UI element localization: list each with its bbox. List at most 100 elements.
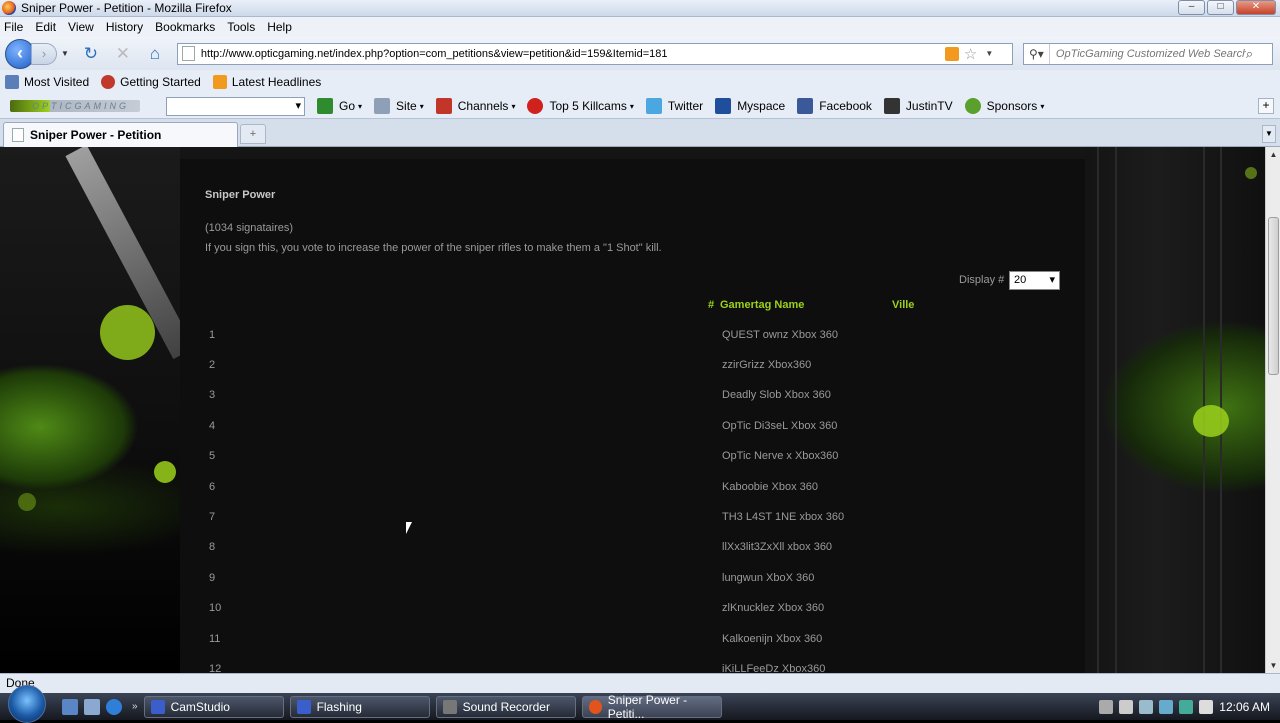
url-bar[interactable]: ☆ ▼ [176, 42, 1013, 65]
tray-program-icon[interactable] [1139, 699, 1154, 714]
menu-tools[interactable]: Tools [227, 20, 255, 34]
row-number: 11 [209, 633, 221, 645]
myspace-icon [715, 98, 732, 114]
toolbar-facebook-button[interactable]: Facebook [797, 98, 872, 114]
tab-strip: Sniper Power - Petition + ▼ [0, 119, 1280, 147]
toolbar-myspace-button[interactable]: Myspace [715, 98, 785, 114]
toolbar-site-button[interactable]: Site ▾ [374, 98, 424, 114]
toolbar-killcams-button[interactable]: Top 5 Killcams ▾ [527, 98, 634, 114]
page-icon [181, 46, 195, 61]
scrollbar-thumb[interactable] [1268, 217, 1279, 375]
bookmarks-toolbar: Most Visited Getting Started Latest Head… [0, 70, 1280, 94]
firefox-icon [2, 1, 16, 15]
taskbar-firefox[interactable]: Sniper Power - Petiti... [581, 693, 722, 721]
switch-windows-icon[interactable] [84, 698, 100, 715]
url-dropdown-icon[interactable]: ▼ [985, 49, 993, 58]
internet-explorer-icon[interactable] [106, 698, 122, 715]
optic-search-dropdown[interactable] [166, 96, 305, 116]
menu-help[interactable]: Help [267, 20, 292, 34]
display-count-select[interactable]: 20 [1009, 271, 1060, 290]
menu-edit[interactable]: Edit [35, 20, 56, 34]
table-row: 7 TH3 L4ST 1NE xbox 360 [180, 511, 1085, 531]
bookmark-latest-headlines[interactable]: Latest Headlines [212, 75, 321, 89]
table-row: 8 llXx3lit3ZxXll xbox 360 [180, 541, 1085, 561]
table-row: 11 Kalkoenijn Xbox 360 [180, 633, 1085, 653]
close-window-button[interactable]: ✕ [1236, 0, 1276, 15]
tab-sniper-power[interactable]: Sniper Power - Petition [3, 122, 238, 147]
scroll-up-icon[interactable]: ▲ [1266, 147, 1280, 162]
window-titlebar: Sniper Power - Petition - Mozilla Firefo… [0, 0, 1280, 17]
menu-file[interactable]: File [4, 20, 23, 34]
row-number: 7 [209, 511, 216, 523]
taskbar-sound-recorder[interactable]: Sound Recorder [435, 695, 576, 718]
microphone-icon [442, 699, 457, 714]
table-row: 5 OpTic Nerve x Xbox360 [180, 450, 1085, 470]
row-number: 1 [209, 329, 216, 341]
sponsors-icon [964, 98, 981, 114]
url-input[interactable] [200, 47, 941, 60]
table-row: 6 Kaboobie Xbox 360 [180, 481, 1085, 501]
stop-icon[interactable]: ✕ [113, 44, 133, 64]
add-toolbar-button[interactable]: + [1258, 98, 1274, 114]
minimize-button[interactable]: – [1178, 0, 1205, 15]
tray-network-icon[interactable] [1159, 699, 1174, 714]
taskbar-flashing[interactable]: Flashing [289, 695, 430, 718]
bookmark-label: Getting Started [120, 75, 201, 89]
taskbar-camstudio[interactable]: CamStudio [143, 695, 284, 718]
petition-title: Sniper Power [205, 189, 276, 201]
tray-pen-icon[interactable] [1119, 699, 1134, 714]
toolbar-sponsors-button[interactable]: Sponsors ▾ [964, 98, 1044, 114]
scroll-down-icon[interactable]: ▼ [1266, 658, 1280, 673]
optic-logo[interactable]: OPTICGAMING [10, 100, 140, 112]
search-icon[interactable]: ⌕ [1246, 46, 1253, 62]
optic-toolbar: OPTICGAMING Go▾ Site▾ Channels▾ Top 5 Ki… [0, 94, 1280, 119]
volume-icon[interactable] [1199, 699, 1214, 714]
vertical-scrollbar[interactable]: ▲ ▼ [1265, 147, 1280, 673]
rss-feed-icon[interactable] [944, 46, 959, 61]
home-icon[interactable]: ⌂ [145, 44, 165, 64]
mouse-cursor-icon [406, 522, 418, 534]
toolbar-twitter-button[interactable]: Twitter [645, 98, 703, 114]
windows-taskbar: » CamStudio Flashing Sound Recorder Snip… [0, 684, 1280, 723]
bookmark-most-visited[interactable]: Most Visited [5, 75, 89, 89]
site-icon [374, 98, 391, 114]
flashing-icon [296, 699, 311, 714]
history-dropdown-icon[interactable]: ▼ [61, 49, 69, 58]
gamertag: OpTic Di3seL Xbox 360 [722, 420, 838, 432]
column-header-ville[interactable]: Ville [892, 299, 914, 311]
start-button[interactable] [8, 684, 46, 723]
gamertag: Deadly Slob Xbox 360 [722, 389, 831, 401]
search-engine-icon[interactable]: ⚲▾ [1024, 43, 1050, 64]
toolbar-channels-button[interactable]: Channels ▾ [435, 98, 515, 114]
clock[interactable]: 12:06 AM [1219, 700, 1270, 714]
row-number: 12 [209, 663, 222, 673]
table-row: 2 zzirGrizz Xbox360 [180, 359, 1085, 379]
row-number: 9 [209, 572, 216, 584]
bookmark-getting-started[interactable]: Getting Started [101, 75, 201, 89]
toolbar-go-button[interactable]: Go ▾ [317, 98, 362, 114]
maximize-button[interactable]: □ [1207, 0, 1234, 15]
column-header-gamertag[interactable]: Gamertag Name [720, 299, 804, 311]
toolbar-justintv-button[interactable]: JustinTV [883, 98, 953, 114]
bookmark-star-icon[interactable]: ☆ [964, 45, 977, 63]
tray-arrow-icon[interactable] [1099, 699, 1114, 714]
tray-monitor-icon[interactable] [1179, 699, 1194, 714]
search-input[interactable] [1049, 47, 1246, 60]
menu-view[interactable]: View [68, 20, 94, 34]
gamertag: zzirGrizz Xbox360 [722, 359, 812, 371]
search-bar[interactable]: ⚲▾ ⌕ [1022, 42, 1273, 65]
firefox-bookmark-icon [101, 75, 116, 89]
tab-list-button[interactable]: ▼ [1262, 125, 1276, 143]
column-header-number[interactable]: # [708, 299, 714, 311]
reload-icon[interactable]: ↻ [81, 44, 101, 64]
forward-button[interactable]: › [31, 42, 57, 65]
menu-history[interactable]: History [106, 20, 143, 34]
menu-bookmarks[interactable]: Bookmarks [155, 20, 215, 34]
new-tab-button[interactable]: + [240, 124, 266, 144]
gamertag: QUEST ownz Xbox 360 [722, 329, 838, 341]
background-left [0, 147, 195, 673]
show-desktop-icon[interactable] [62, 698, 78, 715]
quick-launch-more-icon[interactable]: » [132, 701, 138, 712]
signature-count: (1034 signataires) [205, 222, 294, 234]
row-number: 10 [209, 602, 222, 614]
